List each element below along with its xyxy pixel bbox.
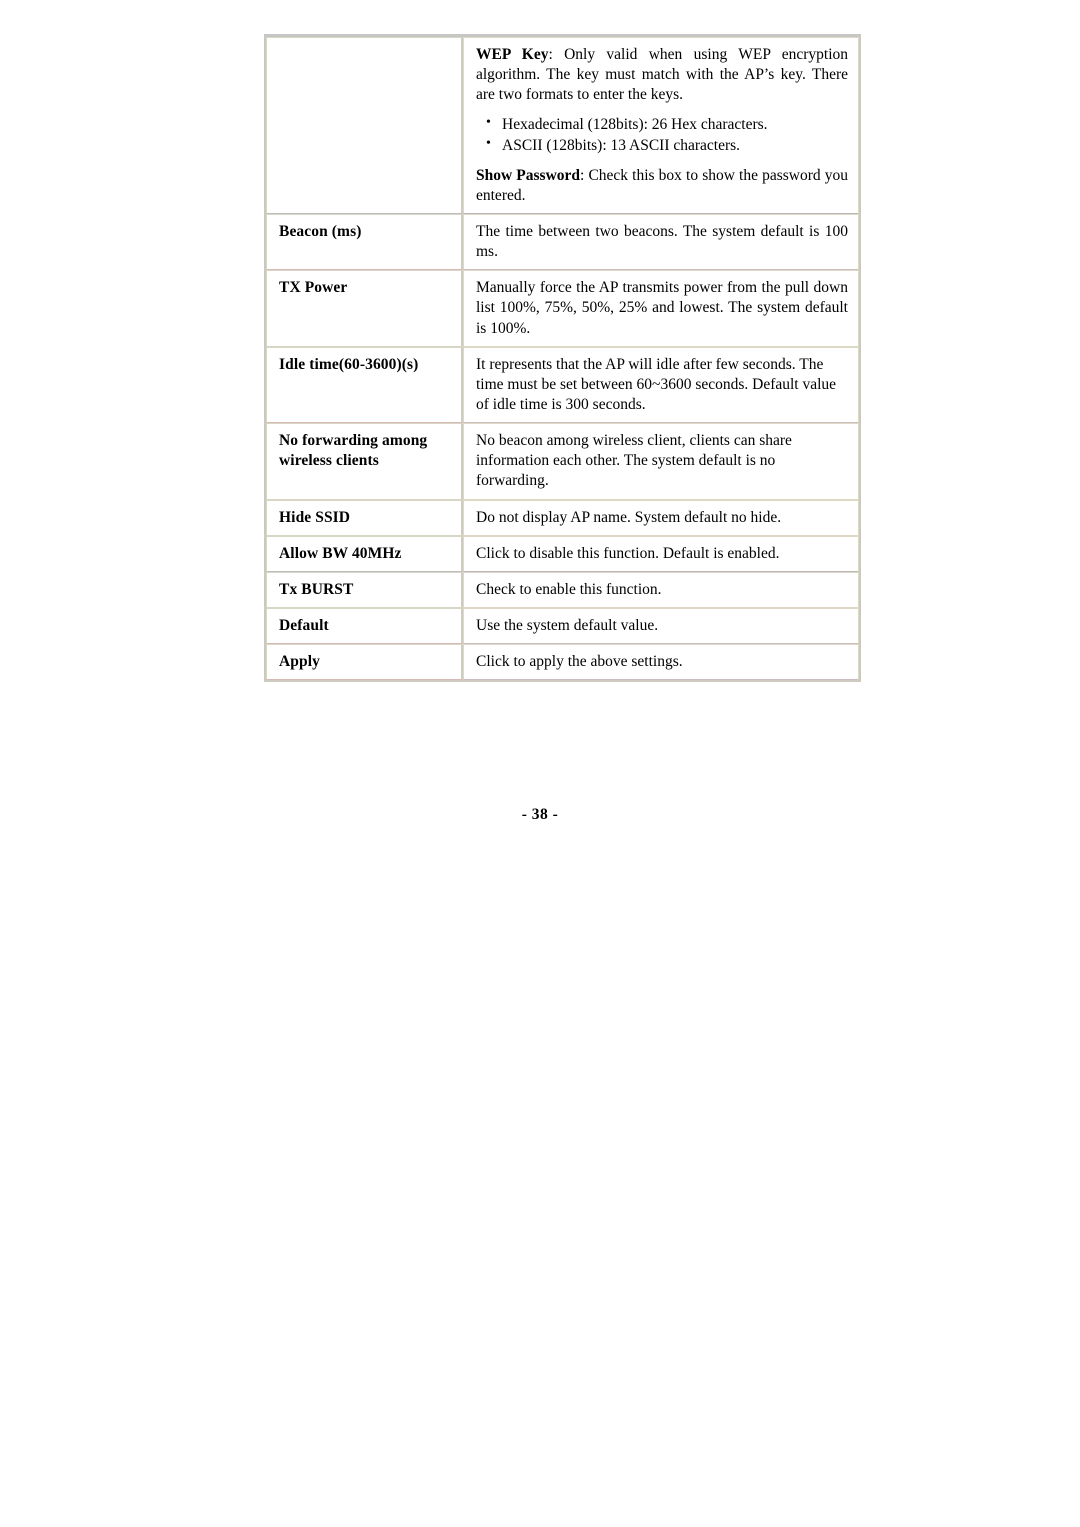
setting-description-cell: Manually force the AP transmits power fr… — [463, 270, 859, 347]
setting-name-label: Allow BW 40MHz — [279, 544, 402, 562]
setting-name-cell: Hide SSID — [266, 499, 463, 536]
description-lead-term: Show Password — [476, 166, 581, 184]
description-body-text: Click to apply the above settings. — [476, 653, 683, 671]
table-row: Apply Click to apply the above settings. — [266, 644, 859, 681]
description-body-text: Check to enable this function. — [476, 580, 662, 598]
description-paragraph: WEP Key: Only valid when using WEP encry… — [476, 45, 848, 105]
description-paragraph: Click to disable this function. Default … — [476, 544, 848, 564]
setting-name-label: Apply — [279, 653, 320, 671]
setting-description-cell: Check to enable this function. — [463, 571, 859, 608]
setting-description-cell: Click to apply the above settings. — [463, 644, 859, 681]
description-lead-term: WEP Key — [476, 46, 549, 63]
setting-description-cell: Use the system default value. — [463, 607, 859, 645]
description-bullet-item: Hexadecimal (128bits): 26 Hex characters… — [486, 114, 848, 135]
setting-name-cell: TX Power — [266, 270, 463, 347]
description-paragraph: The time between two beacons. The system… — [476, 222, 848, 262]
setting-name-label: Default — [279, 616, 329, 634]
setting-name-cell: Apply — [266, 644, 463, 681]
setting-name-label: Hide SSID — [279, 508, 351, 526]
setting-name-label: Idle time(60-3600)(s) — [279, 355, 419, 373]
setting-description-cell: No beacon among wireless client, clients… — [463, 423, 859, 500]
setting-name-label: TX Power — [279, 279, 348, 297]
setting-name-cell — [266, 37, 463, 214]
description-paragraph: Do not display AP name. System default n… — [476, 508, 848, 528]
description-paragraph: Show Password: Check this box to show th… — [476, 166, 848, 206]
table-row: Idle time(60-3600)(s) It represents that … — [266, 346, 859, 424]
description-paragraph: Use the system default value. — [476, 616, 848, 636]
table-row: No forwarding among wireless clients No b… — [266, 423, 859, 500]
description-paragraph: Manually force the AP transmits power fr… — [476, 278, 848, 338]
description-paragraph: It represents that the AP will idle afte… — [476, 355, 848, 415]
table-row: WEP Key: Only valid when using WEP encry… — [266, 37, 859, 214]
table-row: Beacon (ms) The time between two beacons.… — [266, 213, 859, 271]
settings-description-table: WEP Key: Only valid when using WEP encry… — [264, 34, 861, 683]
setting-description-cell: Do not display AP name. System default n… — [463, 499, 859, 536]
setting-name-cell: Beacon (ms) — [266, 213, 463, 271]
description-paragraph: No beacon among wireless client, clients… — [476, 431, 848, 491]
setting-name-cell: Idle time(60-3600)(s) — [266, 346, 463, 424]
table-row: Allow BW 40MHz Click to disable this func… — [266, 535, 859, 572]
table-row: Tx BURST Check to enable this function. — [266, 571, 859, 608]
description-body-text: No beacon among wireless client, clients… — [476, 432, 792, 490]
setting-description-cell: Click to disable this function. Default … — [463, 535, 859, 572]
description-bullet-item: ASCII (128bits): 13 ASCII characters. — [486, 135, 848, 156]
description-body-text: Manually force the AP transmits power fr… — [476, 279, 848, 337]
setting-name-cell: Default — [266, 607, 463, 645]
description-body-text: It represents that the AP will idle afte… — [476, 355, 837, 413]
setting-name-cell: Allow BW 40MHz — [266, 535, 463, 572]
setting-description-cell: It represents that the AP will idle afte… — [463, 346, 859, 424]
page-number: - 38 - — [521, 806, 559, 823]
description-body-text: Use the system default value. — [476, 616, 659, 634]
table-body: WEP Key: Only valid when using WEP encry… — [266, 37, 859, 681]
setting-name-cell: Tx BURST — [266, 571, 463, 608]
description-body-text: Do not display AP name. System default n… — [476, 508, 782, 526]
table-row: TX Power Manually force the AP transmits … — [266, 270, 859, 347]
description-body-text: The time between two beacons. The system… — [476, 222, 848, 261]
setting-description-cell: WEP Key: Only valid when using WEP encry… — [463, 37, 859, 214]
table-row: Hide SSID Do not display AP name. System … — [266, 499, 859, 536]
description-paragraph: Check to enable this function. — [476, 580, 848, 600]
description-body-text: Click to disable this function. Default … — [476, 544, 780, 562]
setting-name-label: Beacon (ms) — [279, 222, 362, 240]
description-paragraph: Click to apply the above settings. — [476, 652, 848, 672]
description-bullet-list: Hexadecimal (128bits): 26 Hex characters… — [476, 114, 848, 156]
table-row: Default Use the system default value. — [266, 607, 859, 645]
setting-description-cell: The time between two beacons. The system… — [463, 213, 859, 271]
setting-name-label: Tx BURST — [279, 580, 354, 598]
setting-name-cell: No forwarding among wireless clients — [266, 423, 463, 500]
document-page: WEP Key: Only valid when using WEP encry… — [0, 0, 1080, 1527]
setting-name-label: No forwarding among wireless clients — [279, 432, 428, 469]
